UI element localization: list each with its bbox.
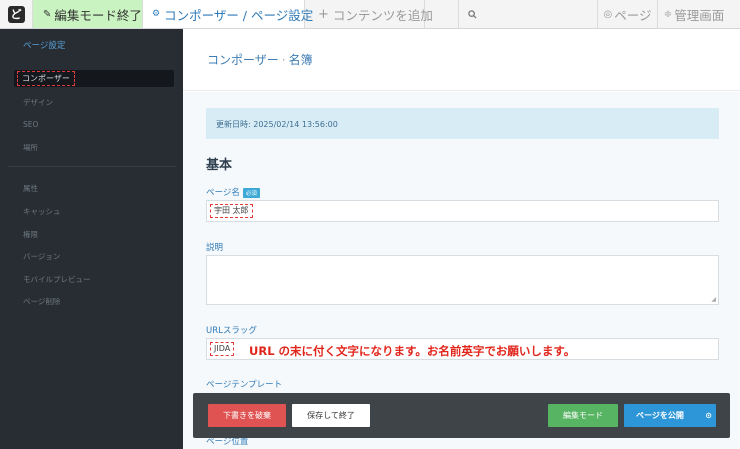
sidebar-item-delete-page[interactable]: ページ削除 xyxy=(23,296,60,307)
description-label: 説明 xyxy=(206,243,224,253)
resize-handle-icon[interactable]: ◢ xyxy=(711,296,716,303)
sidebar-item-mobile-preview[interactable]: モバイルプレビュー xyxy=(23,274,91,285)
admin-button[interactable]: ≑ 管理画面 xyxy=(658,0,730,28)
breadcrumb-separator: · xyxy=(281,53,286,67)
sidebar-item-cache[interactable]: キャッシュ xyxy=(23,206,61,217)
top-toolbar: ど ✎ 編集モード終了 ⚙ コンポーザー / ページ設定 + コンテンツを追加 … xyxy=(0,0,740,29)
page-name-value: 宇田 太郎 xyxy=(210,204,253,218)
url-slug-label: URLスラッグ xyxy=(206,326,257,336)
admin-label: 管理画面 xyxy=(674,7,725,23)
exit-edit-mode-label: 編集モード終了 xyxy=(54,7,142,23)
url-slug-input[interactable]: JIDA URL の末に付く文字になります。お名前英字でお願いします。 xyxy=(206,338,719,360)
required-badge: 必須 xyxy=(242,187,260,198)
sidebar-item-permissions[interactable]: 権限 xyxy=(23,229,38,240)
breadcrumb-composer: コンポーザー xyxy=(207,53,279,67)
publish-page-label: ページを公開 xyxy=(636,411,684,420)
logo-icon: ど xyxy=(7,5,25,23)
pencil-icon: ✎ xyxy=(43,8,52,20)
search-button[interactable] xyxy=(459,0,598,28)
add-content-button[interactable]: + コンテンツを追加 xyxy=(305,0,433,28)
sidebar-item-location[interactable]: 場所 xyxy=(23,142,38,153)
page-name-label-text: ページ名 xyxy=(206,188,240,198)
sidebar-item-versions[interactable]: バージョン xyxy=(23,251,60,262)
url-slug-instruction: URL の末に付く文字になります。お名前英字でお願いします。 xyxy=(249,344,576,358)
edit-mode-button[interactable]: 編集モード xyxy=(548,404,618,427)
settings-sidebar: ページ設定 コンポーザー デザイン SEO 場所 属性 キャッシュ 権限 バージ… xyxy=(0,29,183,449)
section-title: 基本 xyxy=(206,158,233,173)
page-name-input[interactable]: 宇田 太郎 xyxy=(206,200,719,222)
page-name-label: ページ名 必須 xyxy=(206,186,260,198)
page-template-label: ページテンプレート xyxy=(206,380,283,390)
publish-page-button[interactable]: ページを公開 ⊙ xyxy=(624,404,716,427)
clock-icon: ⊙ xyxy=(705,411,712,420)
action-bar: 下書きを破棄 保存して終了 編集モード ページを公開 ⊙ xyxy=(193,393,730,438)
description-textarea[interactable]: ◢ xyxy=(206,255,719,305)
sidebar-item-label: コンポーザー xyxy=(17,71,75,86)
add-content-label: コンテンツを追加 xyxy=(332,7,433,23)
sidebar-divider xyxy=(8,166,176,167)
search-icon xyxy=(468,9,477,19)
sliders-icon: ≑ xyxy=(663,8,673,20)
sidebar-item-composer[interactable]: コンポーザー xyxy=(14,70,174,87)
sidebar-item-design[interactable]: デザイン xyxy=(23,97,53,108)
composer-settings-button[interactable]: ⚙ コンポーザー / ページ設定 xyxy=(143,0,313,28)
gear-icon: ⚙ xyxy=(152,9,161,19)
plus-icon: + xyxy=(318,6,329,22)
page-label: ページ xyxy=(614,7,652,23)
updated-notice: 更新日時: 2025/02/14 13:56:00 xyxy=(206,108,719,139)
composer-settings-label: コンポーザー / ページ設定 xyxy=(164,7,314,23)
sidebar-item-attributes[interactable]: 属性 xyxy=(23,183,38,194)
page-button[interactable]: ◎ ページ xyxy=(598,0,658,28)
sidebar-heading: ページ設定 xyxy=(23,41,66,51)
url-slug-value: JIDA xyxy=(210,342,235,356)
exit-edit-mode-button[interactable]: ✎ 編集モード終了 xyxy=(33,0,143,28)
save-and-exit-button[interactable]: 保存して終了 xyxy=(292,404,370,427)
sidebar-item-seo[interactable]: SEO xyxy=(23,120,38,129)
composer-main: コンポーザー · 名簿 更新日時: 2025/02/14 13:56:00 基本 ペ… xyxy=(183,29,740,449)
breadcrumb: コンポーザー · 名簿 xyxy=(207,51,313,68)
page-icon: ◎ xyxy=(603,8,613,20)
logo-button[interactable]: ど xyxy=(0,0,33,28)
page-header: コンポーザー · 名簿 xyxy=(183,29,740,91)
discard-draft-button[interactable]: 下書きを破棄 xyxy=(208,404,286,427)
breadcrumb-page-type: 名簿 xyxy=(288,53,313,67)
toolbar-spacer xyxy=(425,0,459,28)
